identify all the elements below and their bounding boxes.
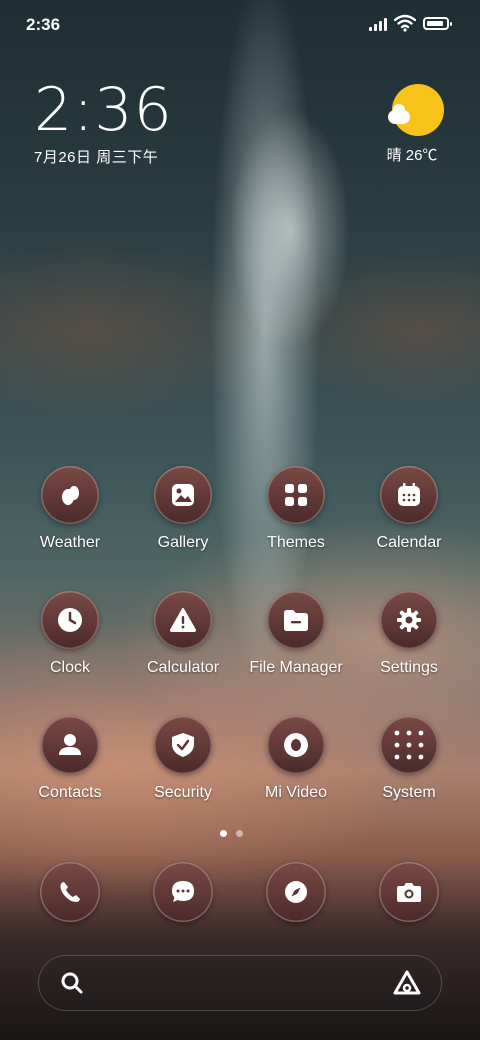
app-calculator[interactable]: Calculator xyxy=(123,591,243,677)
message-icon xyxy=(172,881,194,902)
page-dot xyxy=(236,830,243,837)
themes-icon xyxy=(267,466,325,524)
app-contacts[interactable]: Contacts xyxy=(10,716,130,802)
app-label: System xyxy=(382,784,436,801)
battery-icon xyxy=(423,17,452,30)
app-label: Gallery xyxy=(157,534,209,551)
app-mi-video[interactable]: Mi Video xyxy=(236,716,356,802)
app-weather[interactable]: Weather xyxy=(10,466,130,552)
dock-messages[interactable] xyxy=(153,862,213,922)
dock-camera[interactable] xyxy=(379,862,439,922)
video-icon xyxy=(267,716,325,774)
dock-phone[interactable] xyxy=(40,862,100,922)
clock-date: 7月26日 周三下午 xyxy=(34,149,159,166)
gear-icon xyxy=(380,591,438,649)
search-bar[interactable] xyxy=(38,955,442,1011)
app-clock[interactable]: Clock xyxy=(10,591,130,677)
compass-icon xyxy=(285,881,307,903)
page-indicator xyxy=(220,830,260,840)
person-icon xyxy=(41,716,99,774)
folder-grid-icon xyxy=(380,716,438,774)
phone-icon xyxy=(60,882,80,902)
signal-icon xyxy=(369,17,391,31)
sun-cloud-icon xyxy=(388,84,444,136)
app-gallery[interactable]: Gallery xyxy=(123,466,243,552)
wifi-icon xyxy=(394,14,416,32)
page-dot-active xyxy=(220,830,227,837)
app-file-manager[interactable]: File Manager xyxy=(236,591,356,677)
search-icon[interactable] xyxy=(60,971,84,995)
app-label: Contacts xyxy=(38,784,102,801)
app-security[interactable]: Security xyxy=(123,716,243,802)
clock-icon xyxy=(41,591,99,649)
dock-browser[interactable] xyxy=(266,862,326,922)
clock-widget[interactable]: 2:36 7月26日 周三下午 xyxy=(34,80,173,167)
app-themes[interactable]: Themes xyxy=(236,466,356,552)
status-bar: 2:36 xyxy=(0,0,480,50)
status-time: 2:36 xyxy=(26,15,61,34)
battery-fill xyxy=(427,21,444,26)
folder-icon xyxy=(267,591,325,649)
app-label: Calculator xyxy=(146,659,220,676)
app-label: Calendar xyxy=(376,534,442,551)
app-system-folder[interactable]: System xyxy=(349,716,469,802)
weather-widget[interactable]: 晴 26℃ xyxy=(386,84,446,165)
assistant-icon[interactable] xyxy=(392,969,422,997)
app-calendar[interactable]: Calendar xyxy=(349,466,469,552)
clock-time: 2:36 xyxy=(34,75,173,145)
calendar-icon xyxy=(380,466,438,524)
warning-icon xyxy=(154,591,212,649)
app-label: Settings xyxy=(380,659,438,676)
weather-icon xyxy=(41,466,99,524)
app-label: Clock xyxy=(49,659,90,676)
app-label: Themes xyxy=(267,534,325,551)
app-label: File Manager xyxy=(249,659,343,676)
app-label: Weather xyxy=(39,534,101,551)
app-label: Security xyxy=(154,784,212,801)
shield-check-icon xyxy=(154,716,212,774)
app-label: Mi Video xyxy=(265,784,327,801)
weather-condition-temp: 晴 26℃ xyxy=(386,147,438,164)
app-settings[interactable]: Settings xyxy=(349,591,469,677)
camera-icon xyxy=(397,883,421,902)
gallery-icon xyxy=(154,466,212,524)
